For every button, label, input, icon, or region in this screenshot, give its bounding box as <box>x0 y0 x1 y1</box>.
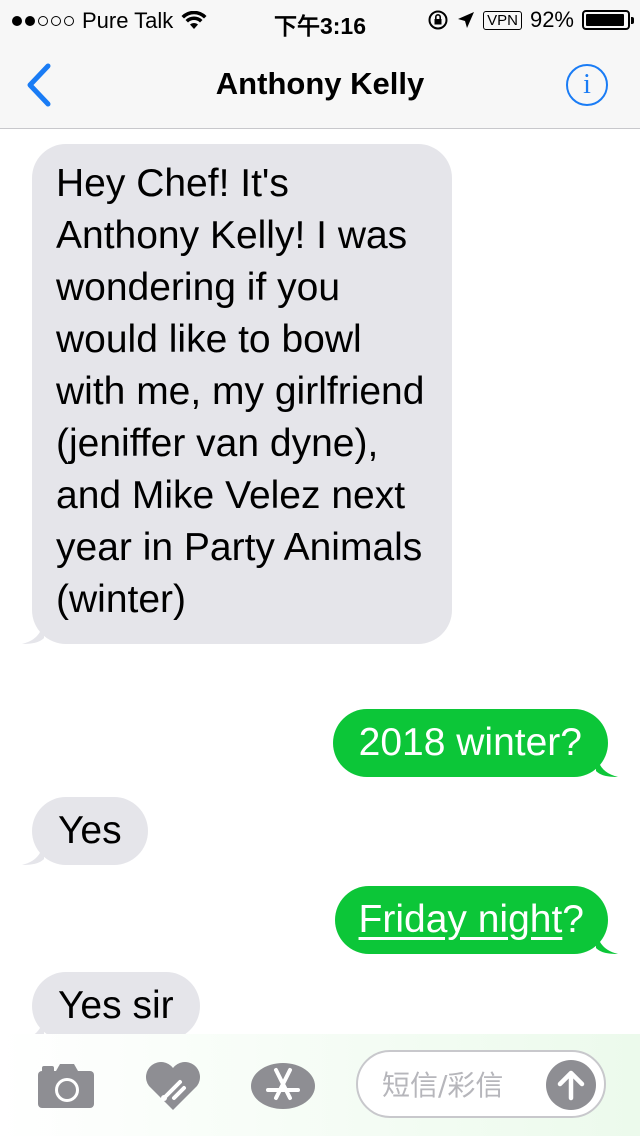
bubble-tail <box>34 1010 44 1034</box>
battery-percent: 92% <box>529 7 574 32</box>
message-text: Yes sir <box>58 984 174 1027</box>
bubble-tail <box>596 747 618 777</box>
bubble-tail <box>22 835 44 865</box>
status-bar: Pure Talk 下午3:16 VPN 92% <box>0 0 640 40</box>
battery-icon <box>582 10 634 30</box>
bubble-tail <box>596 924 618 954</box>
app-store-button[interactable] <box>250 1062 316 1110</box>
message-bubble-incoming[interactable]: Yes <box>22 797 148 865</box>
digital-touch-icon <box>146 1062 200 1110</box>
nav-bar: Anthony Kelly i <box>0 40 640 129</box>
message-text: 2018 winter? <box>358 721 582 764</box>
message-bubble-incoming[interactable]: Yes sir <box>32 972 200 1034</box>
message-text-field[interactable] <box>356 1050 606 1118</box>
message-bubble-outgoing[interactable]: Friday night? <box>334 886 618 954</box>
app-store-icon <box>251 1063 315 1109</box>
message-text-suffix: ? <box>562 898 584 941</box>
camera-button[interactable] <box>36 1062 96 1110</box>
digital-touch-button[interactable] <box>144 1060 202 1112</box>
orientation-lock-icon <box>428 10 448 30</box>
arrow-up-icon <box>557 1070 585 1101</box>
status-right: VPN 92% <box>427 7 634 33</box>
date-link[interactable]: Friday night <box>359 898 563 941</box>
info-button[interactable]: i <box>566 64 608 106</box>
battery-fill <box>586 14 624 26</box>
location-icon <box>458 12 475 28</box>
vpn-badge: VPN <box>483 10 522 30</box>
message-input[interactable] <box>380 1064 544 1106</box>
message-bubble-outgoing[interactable]: 2018 winter? <box>332 709 618 777</box>
contact-name[interactable]: Anthony Kelly <box>0 66 640 102</box>
camera-icon <box>38 1064 94 1108</box>
info-icon: i <box>583 69 591 100</box>
message-list: Hey Chef! It's Anthony Kelly! I was wond… <box>0 129 640 1034</box>
message-bubble-incoming[interactable]: Hey Chef! It's Anthony Kelly! I was wond… <box>22 144 452 644</box>
messages-screen: Pure Talk 下午3:16 VPN 92% Anthony Kelly i… <box>0 0 640 1136</box>
bubble-tail <box>22 614 44 644</box>
message-text: Yes <box>58 809 122 852</box>
input-bar <box>0 1034 640 1136</box>
send-button[interactable] <box>546 1060 596 1110</box>
message-text: Hey Chef! It's Anthony Kelly! I was wond… <box>56 162 425 621</box>
